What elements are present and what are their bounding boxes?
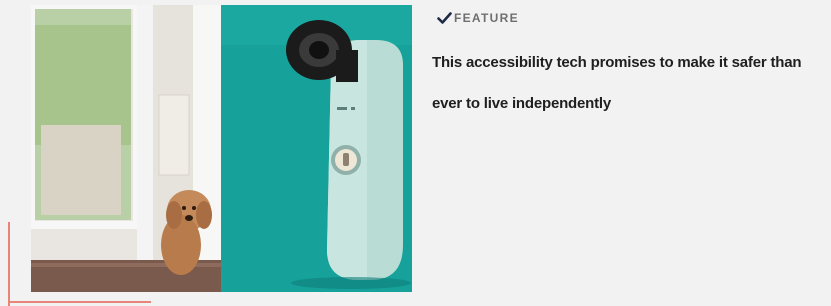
accent-line-horizontal <box>8 301 151 303</box>
photo-illustration <box>31 5 412 292</box>
checkmark-icon <box>437 11 452 25</box>
category-label[interactable]: FEATURE <box>454 11 519 25</box>
article-meta: FEATURE <box>437 11 519 25</box>
article-card[interactable]: FEATURE This accessibility tech promises… <box>0 0 831 306</box>
article-headline[interactable]: This accessibility tech promises to make… <box>432 42 812 124</box>
accent-line-vertical <box>8 222 10 306</box>
article-image[interactable] <box>31 5 412 292</box>
